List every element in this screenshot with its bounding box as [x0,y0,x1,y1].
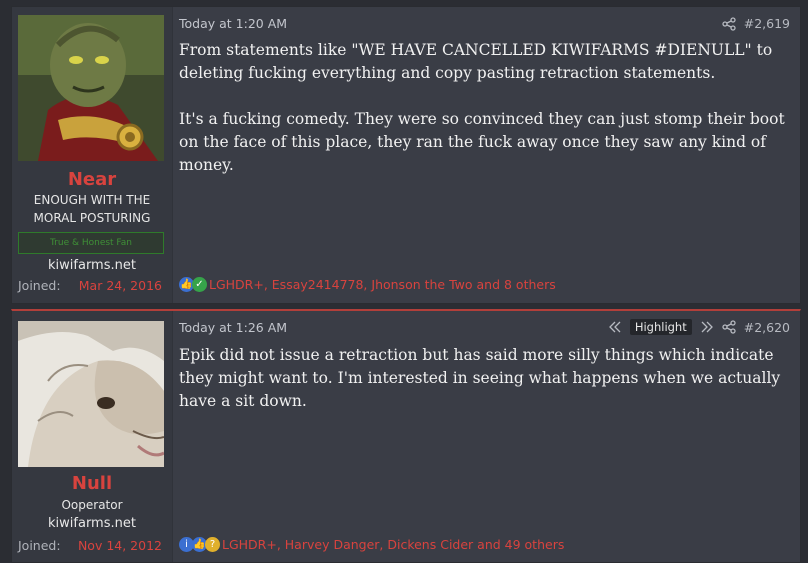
user-info-panel: Null Ooperator kiwifarms.net Joined: Nov… [12,311,173,562]
joined-date: Mar 24, 2016 [78,278,162,293]
post-timestamp[interactable]: Today at 1:26 AM [179,320,287,335]
joined-label: Joined: [18,278,61,293]
user-banner: True & Honest Fan [18,232,164,254]
post-paragraph: It's a fucking comedy. They were so conv… [179,110,785,174]
post-body: From statements like "WE HAVE CANCELLED … [179,39,789,200]
post-2620: Null Ooperator kiwifarms.net Joined: Nov… [11,309,801,563]
thinking-icon: ? [205,537,220,552]
share-icon[interactable] [722,16,736,31]
user-title: ENOUGH WITH THE MORAL POSTURING [33,193,151,225]
avatar[interactable] [18,15,164,161]
joined-date: Nov 14, 2012 [77,538,162,553]
post-paragraph: Epik did not issue a retraction but has … [179,346,781,410]
reaction-names[interactable]: LGHDR+, Essay2414778, Jhonson the Two an… [209,277,556,292]
avatar[interactable] [18,321,164,467]
user-site: kiwifarms.net [48,258,136,273]
post-number[interactable]: #2,619 [744,16,790,31]
post-meta-right: Highlight #2,620 [608,319,790,335]
post-number[interactable]: #2,620 [744,320,790,335]
username[interactable]: Near [12,169,172,190]
share-icon[interactable] [722,320,736,334]
reaction-names[interactable]: LGHDR+, Harvey Danger, Dickens Cider and… [222,537,564,552]
check-icon: ✓ [192,277,207,292]
post-2619: Near ENOUGH WITH THE MORAL POSTURING Tru… [11,6,801,304]
post-body: Epik did not issue a retraction but has … [179,344,789,436]
user-site: kiwifarms.net [48,516,136,531]
previous-highlight-icon[interactable] [608,321,622,333]
username[interactable]: Null [12,473,172,494]
user-title: Ooperator [61,498,123,512]
post-timestamp[interactable]: Today at 1:20 AM [179,16,287,31]
post-paragraph: From statements like "WE HAVE CANCELLED … [179,41,773,82]
next-highlight-icon[interactable] [700,321,714,333]
user-info-panel: Near ENOUGH WITH THE MORAL POSTURING Tru… [12,7,173,303]
reactions-bar[interactable]: 👍 ✓ LGHDR+, Essay2414778, Jhonson the Tw… [179,277,556,292]
reactions-bar[interactable]: i 👍 ? LGHDR+, Harvey Danger, Dickens Cid… [179,537,564,552]
highlight-badge[interactable]: Highlight [629,319,692,335]
post-meta-right: #2,619 [722,16,790,31]
joined-label: Joined: [18,538,61,553]
